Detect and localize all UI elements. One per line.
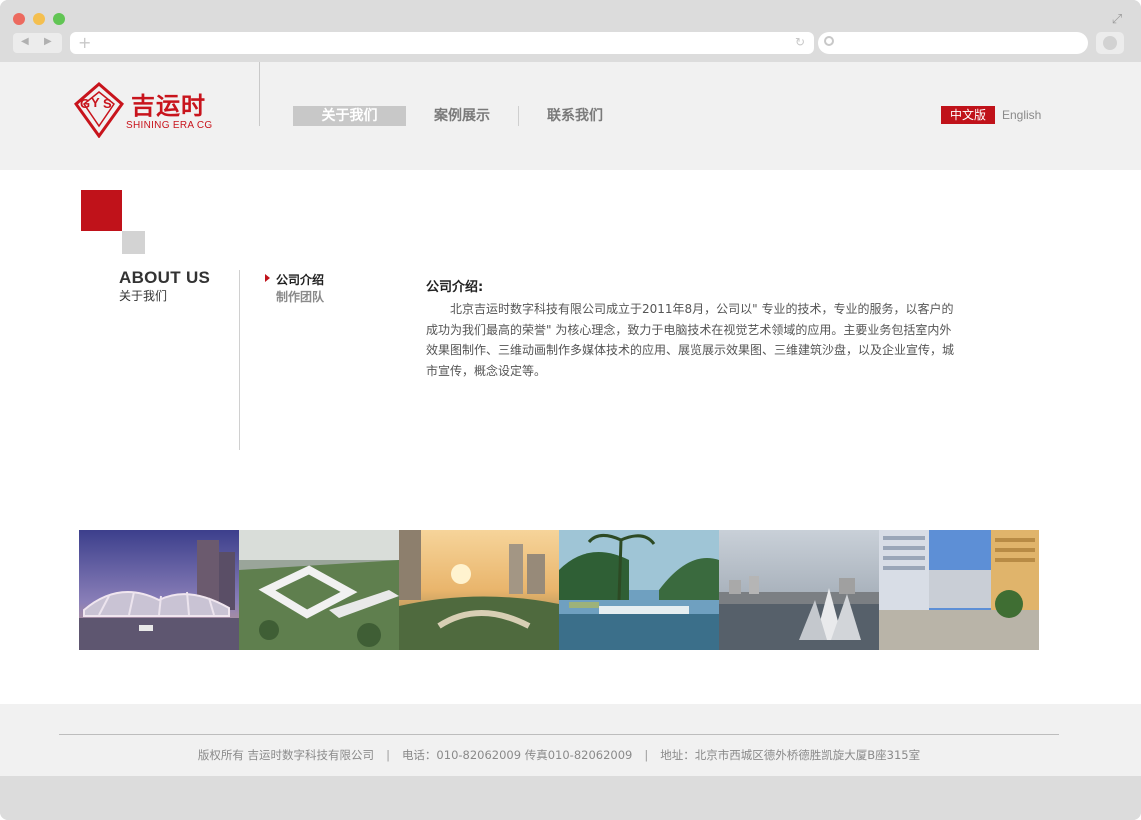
footer-phone: 电话：010-82062009 传真010-82062009 xyxy=(401,748,633,762)
history-buttons: ◀ ▶ xyxy=(13,33,62,53)
header-divider xyxy=(259,62,260,126)
browser-search-input[interactable] xyxy=(818,32,1088,54)
section-title-en: ABOUT US xyxy=(119,268,211,287)
logo-diamond-icon: G Y S xyxy=(74,82,124,138)
reload-icon[interactable]: ↻ xyxy=(795,35,805,49)
footer-info: 版权所有 吉运时数字科技有限公司 | 电话：010-82062009 传真010-8… xyxy=(0,747,1118,763)
fullscreen-icon[interactable]: ⤢ xyxy=(1110,13,1124,27)
maximize-window-button[interactable] xyxy=(53,13,65,25)
site-logo[interactable]: G Y S 吉运时 SHINING ERA CG xyxy=(74,82,234,140)
lang-en-link[interactable]: English xyxy=(1002,106,1041,124)
nav-item-cases[interactable]: 案例展示 xyxy=(411,106,513,126)
footer-address: 地址：北京市西城区德外桥德胜凯旋大厦B座315室 xyxy=(660,748,921,762)
article-body: 北京吉运时数字科技有限公司成立于2011年8月，公司以" 专业的技术，专业的服务… xyxy=(426,302,955,378)
minimize-window-button[interactable] xyxy=(33,13,45,25)
subnav-item-company-intro[interactable]: 公司介绍 xyxy=(276,271,324,288)
browser-toolbar: ⤢ ◀ ▶ + ↻ xyxy=(0,0,1141,62)
lang-cn-button[interactable]: 中文版 xyxy=(941,106,995,124)
footer-copyright: 版权所有 吉运时数字科技有限公司 xyxy=(197,748,375,762)
browser-window: ⤢ ◀ ▶ + ↻ G Y S 吉运时 SHINING ERA CG 关于我们 … xyxy=(0,0,1141,820)
close-window-button[interactable] xyxy=(13,13,25,25)
decor-red-square xyxy=(81,190,122,231)
site-footer: 版权所有 吉运时数字科技有限公司 | 电话：010-82062009 传真010-8… xyxy=(0,704,1141,776)
nav-item-contact[interactable]: 联系我们 xyxy=(524,106,626,126)
browser-status-area xyxy=(0,776,1141,820)
back-arrow-icon[interactable]: ◀ xyxy=(21,36,29,47)
gallery-image-sunset-plaza[interactable] xyxy=(399,530,559,650)
gallery-image-harbor[interactable] xyxy=(719,530,879,650)
nav-separator xyxy=(518,106,519,126)
extension-button[interactable] xyxy=(1096,32,1124,54)
nav-item-about[interactable]: 关于我们 xyxy=(293,106,406,126)
gallery-image-street[interactable] xyxy=(879,530,1039,650)
project-gallery xyxy=(79,530,1039,650)
svg-text:G: G xyxy=(80,96,90,111)
article-title: 公司介绍: xyxy=(426,280,484,295)
site-header: G Y S 吉运时 SHINING ERA CG 关于我们 案例展示 联系我们 … xyxy=(0,62,1141,170)
search-icon xyxy=(824,36,834,46)
section-title-cn: 关于我们 xyxy=(119,289,168,303)
svg-text:S: S xyxy=(103,96,112,111)
decor-gray-square xyxy=(122,231,145,254)
footer-separator: | xyxy=(386,748,390,762)
new-tab-icon[interactable]: + xyxy=(78,33,91,52)
active-arrow-icon xyxy=(265,274,270,282)
footer-separator: | xyxy=(644,748,649,762)
gallery-image-canopy[interactable] xyxy=(79,530,239,650)
subnav-item-team[interactable]: 制作团队 xyxy=(276,288,324,305)
gallery-image-campus[interactable] xyxy=(239,530,399,650)
page-viewport: G Y S 吉运时 SHINING ERA CG 关于我们 案例展示 联系我们 … xyxy=(0,62,1141,776)
content-divider xyxy=(239,270,240,450)
forward-arrow-icon[interactable]: ▶ xyxy=(44,36,52,47)
brand-name-cn: 吉运时 xyxy=(131,92,206,120)
footer-divider xyxy=(59,734,1059,735)
brand-name-en: SHINING ERA CG xyxy=(126,120,213,131)
address-bar[interactable]: + ↻ xyxy=(70,32,814,54)
gallery-image-waterfront[interactable] xyxy=(559,530,719,650)
svg-text:Y: Y xyxy=(91,95,100,110)
